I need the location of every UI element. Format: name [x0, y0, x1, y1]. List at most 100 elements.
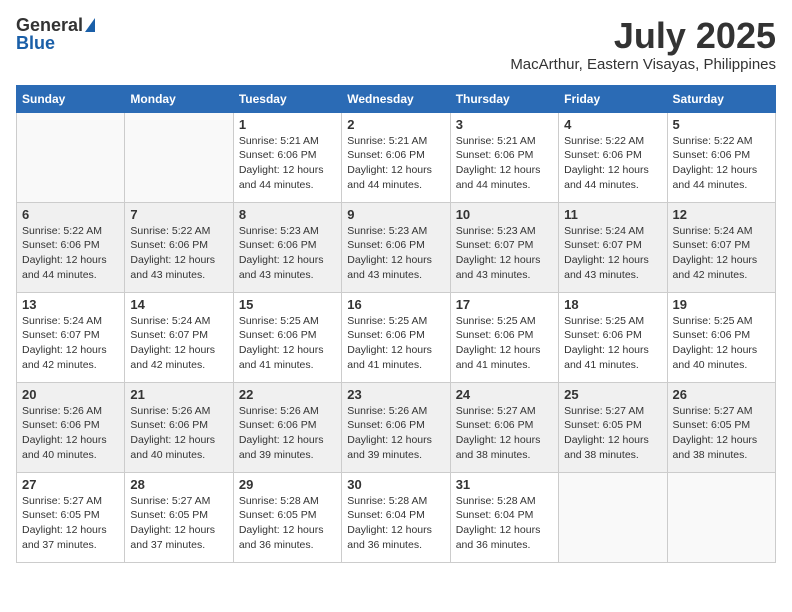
- header-tuesday: Tuesday: [233, 85, 341, 112]
- day-info: Sunrise: 5:21 AMSunset: 6:06 PMDaylight:…: [456, 134, 553, 193]
- calendar-cell: 12Sunrise: 5:24 AMSunset: 6:07 PMDayligh…: [667, 202, 775, 292]
- calendar-cell: 16 Sunrise: 5:25 AMSunset: 6:06 PMDayligh…: [342, 292, 450, 382]
- location-title: MacArthur, Eastern Visayas, Philippines: [510, 56, 776, 73]
- calendar-cell: 25Sunrise: 5:27 AMSunset: 6:05 PMDayligh…: [559, 382, 667, 472]
- day-number: 2: [347, 117, 444, 132]
- header-monday: Monday: [125, 85, 233, 112]
- calendar-cell: 20Sunrise: 5:26 AMSunset: 6:06 PMDayligh…: [17, 382, 125, 472]
- header-saturday: Saturday: [667, 85, 775, 112]
- day-number: 21: [130, 387, 227, 402]
- calendar-cell: 9 Sunrise: 5:23 AMSunset: 6:06 PMDaylight…: [342, 202, 450, 292]
- calendar-table: SundayMondayTuesdayWednesdayThursdayFrid…: [16, 85, 776, 563]
- calendar-cell: 28 Sunrise: 5:27 AMSunset: 6:05 PMDayligh…: [125, 472, 233, 562]
- day-number: 27: [22, 477, 119, 492]
- logo-general-text: General: [16, 16, 83, 34]
- day-info: Sunrise: 5:24 AMSunset: 6:07 PMDaylight:…: [22, 314, 119, 373]
- calendar-week-row: 20Sunrise: 5:26 AMSunset: 6:06 PMDayligh…: [17, 382, 776, 472]
- day-number: 4: [564, 117, 661, 132]
- day-info: Sunrise: 5:26 AMSunset: 6:06 PMDaylight:…: [130, 404, 227, 463]
- day-info: Sunrise: 5:23 AMSunset: 6:06 PMDaylight:…: [347, 224, 444, 283]
- calendar-cell: 29 Sunrise: 5:28 AMSunset: 6:05 PMDayligh…: [233, 472, 341, 562]
- day-info: Sunrise: 5:25 AMSunset: 6:06 PMDaylight:…: [347, 314, 444, 373]
- page-header: General Blue July 2025 MacArthur, Easter…: [16, 16, 776, 73]
- day-info: Sunrise: 5:22 AMSunset: 6:06 PMDaylight:…: [22, 224, 119, 283]
- day-info: Sunrise: 5:23 AMSunset: 6:07 PMDaylight:…: [456, 224, 553, 283]
- logo-blue-text: Blue: [16, 34, 55, 52]
- day-info: Sunrise: 5:26 AMSunset: 6:06 PMDaylight:…: [347, 404, 444, 463]
- calendar-cell: 30 Sunrise: 5:28 AMSunset: 6:04 PMDayligh…: [342, 472, 450, 562]
- day-number: 26: [673, 387, 770, 402]
- day-number: 31: [456, 477, 553, 492]
- day-info: Sunrise: 5:25 AMSunset: 6:06 PMDaylight:…: [456, 314, 553, 373]
- month-title: July 2025: [510, 16, 776, 56]
- day-number: 19: [673, 297, 770, 312]
- day-info: Sunrise: 5:22 AMSunset: 6:06 PMDaylight:…: [673, 134, 770, 193]
- day-number: 28: [130, 477, 227, 492]
- calendar-week-row: 13 Sunrise: 5:24 AMSunset: 6:07 PMDayligh…: [17, 292, 776, 382]
- calendar-cell: 7Sunrise: 5:22 AMSunset: 6:06 PMDaylight…: [125, 202, 233, 292]
- day-number: 15: [239, 297, 336, 312]
- header-wednesday: Wednesday: [342, 85, 450, 112]
- day-info: Sunrise: 5:26 AMSunset: 6:06 PMDaylight:…: [239, 404, 336, 463]
- title-area: July 2025 MacArthur, Eastern Visayas, Ph…: [510, 16, 776, 73]
- logo: General Blue: [16, 16, 95, 52]
- calendar-cell: [17, 112, 125, 202]
- day-number: 30: [347, 477, 444, 492]
- day-info: Sunrise: 5:24 AMSunset: 6:07 PMDaylight:…: [130, 314, 227, 373]
- calendar-header-row: SundayMondayTuesdayWednesdayThursdayFrid…: [17, 85, 776, 112]
- day-info: Sunrise: 5:24 AMSunset: 6:07 PMDaylight:…: [564, 224, 661, 283]
- calendar-cell: 3Sunrise: 5:21 AMSunset: 6:06 PMDaylight…: [450, 112, 558, 202]
- calendar-cell: 2 Sunrise: 5:21 AMSunset: 6:06 PMDaylight…: [342, 112, 450, 202]
- day-number: 9: [347, 207, 444, 222]
- calendar-cell: 23 Sunrise: 5:26 AMSunset: 6:06 PMDayligh…: [342, 382, 450, 472]
- day-info: Sunrise: 5:27 AMSunset: 6:05 PMDaylight:…: [673, 404, 770, 463]
- header-friday: Friday: [559, 85, 667, 112]
- day-number: 5: [673, 117, 770, 132]
- calendar-cell: 4Sunrise: 5:22 AMSunset: 6:06 PMDaylight…: [559, 112, 667, 202]
- calendar-cell: 24Sunrise: 5:27 AMSunset: 6:06 PMDayligh…: [450, 382, 558, 472]
- day-number: 6: [22, 207, 119, 222]
- day-number: 25: [564, 387, 661, 402]
- header-thursday: Thursday: [450, 85, 558, 112]
- day-number: 17: [456, 297, 553, 312]
- calendar-week-row: 27 Sunrise: 5:27 AMSunset: 6:05 PMDayligh…: [17, 472, 776, 562]
- calendar-cell: 15 Sunrise: 5:25 AMSunset: 6:06 PMDayligh…: [233, 292, 341, 382]
- calendar-cell: [559, 472, 667, 562]
- day-number: 14: [130, 297, 227, 312]
- calendar-cell: 22 Sunrise: 5:26 AMSunset: 6:06 PMDayligh…: [233, 382, 341, 472]
- day-info: Sunrise: 5:27 AMSunset: 6:05 PMDaylight:…: [130, 494, 227, 553]
- day-info: Sunrise: 5:28 AMSunset: 6:04 PMDaylight:…: [456, 494, 553, 553]
- day-number: 7: [130, 207, 227, 222]
- day-number: 23: [347, 387, 444, 402]
- logo-triangle-icon: [85, 18, 95, 32]
- calendar-cell: 26 Sunrise: 5:27 AMSunset: 6:05 PMDayligh…: [667, 382, 775, 472]
- day-info: Sunrise: 5:28 AMSunset: 6:05 PMDaylight:…: [239, 494, 336, 553]
- day-info: Sunrise: 5:21 AMSunset: 6:06 PMDaylight:…: [347, 134, 444, 193]
- day-info: Sunrise: 5:21 AMSunset: 6:06 PMDaylight:…: [239, 134, 336, 193]
- day-number: 16: [347, 297, 444, 312]
- calendar-cell: 14 Sunrise: 5:24 AMSunset: 6:07 PMDayligh…: [125, 292, 233, 382]
- calendar-cell: 1 Sunrise: 5:21 AMSunset: 6:06 PMDaylight…: [233, 112, 341, 202]
- calendar-cell: 8Sunrise: 5:23 AMSunset: 6:06 PMDaylight…: [233, 202, 341, 292]
- day-info: Sunrise: 5:28 AMSunset: 6:04 PMDaylight:…: [347, 494, 444, 553]
- day-info: Sunrise: 5:23 AMSunset: 6:06 PMDaylight:…: [239, 224, 336, 283]
- day-info: Sunrise: 5:26 AMSunset: 6:06 PMDaylight:…: [22, 404, 119, 463]
- day-number: 29: [239, 477, 336, 492]
- day-number: 24: [456, 387, 553, 402]
- day-info: Sunrise: 5:25 AMSunset: 6:06 PMDaylight:…: [239, 314, 336, 373]
- calendar-cell: 6 Sunrise: 5:22 AMSunset: 6:06 PMDaylight…: [17, 202, 125, 292]
- day-number: 13: [22, 297, 119, 312]
- day-number: 18: [564, 297, 661, 312]
- day-number: 1: [239, 117, 336, 132]
- calendar-week-row: 6 Sunrise: 5:22 AMSunset: 6:06 PMDaylight…: [17, 202, 776, 292]
- day-number: 11: [564, 207, 661, 222]
- day-info: Sunrise: 5:27 AMSunset: 6:05 PMDaylight:…: [22, 494, 119, 553]
- day-info: Sunrise: 5:25 AMSunset: 6:06 PMDaylight:…: [673, 314, 770, 373]
- day-number: 22: [239, 387, 336, 402]
- calendar-cell: 10 Sunrise: 5:23 AMSunset: 6:07 PMDayligh…: [450, 202, 558, 292]
- day-info: Sunrise: 5:24 AMSunset: 6:07 PMDaylight:…: [673, 224, 770, 283]
- calendar-cell: 21 Sunrise: 5:26 AMSunset: 6:06 PMDayligh…: [125, 382, 233, 472]
- calendar-cell: [125, 112, 233, 202]
- day-number: 10: [456, 207, 553, 222]
- calendar-cell: 27 Sunrise: 5:27 AMSunset: 6:05 PMDayligh…: [17, 472, 125, 562]
